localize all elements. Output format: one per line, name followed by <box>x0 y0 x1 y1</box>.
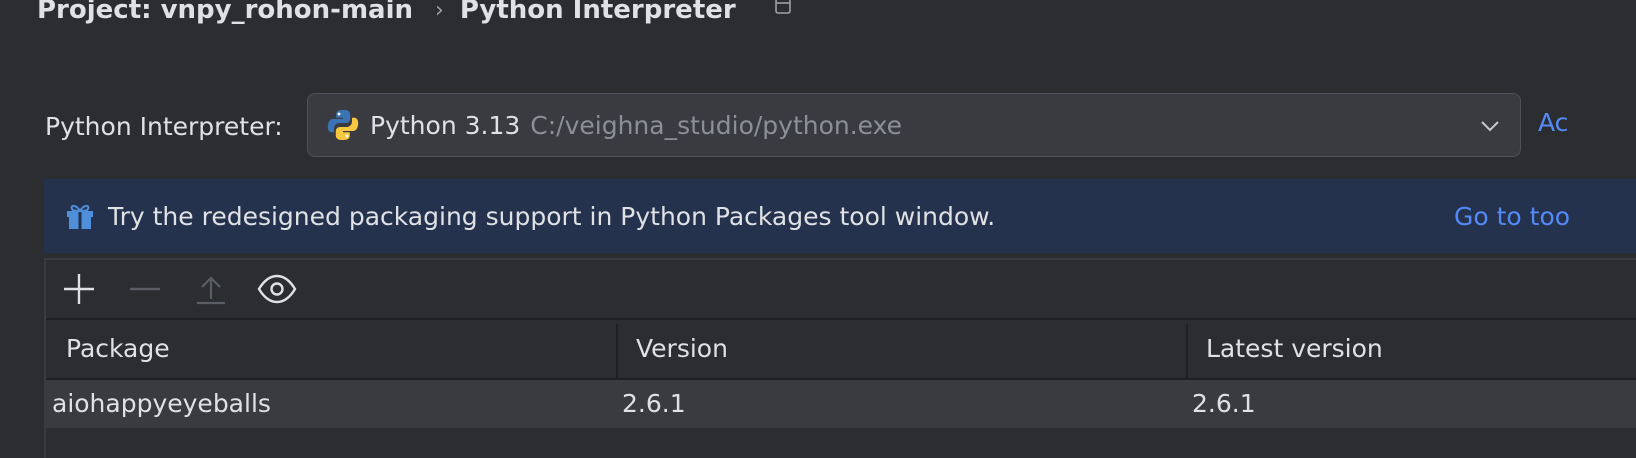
go-to-tool-window-link[interactable]: Go to too <box>1454 202 1570 231</box>
show-early-releases-button[interactable] <box>255 267 299 311</box>
chevron-down-icon[interactable] <box>1478 114 1502 138</box>
packaging-banner: Try the redesigned packaging support in … <box>44 179 1636 253</box>
breadcrumb-page: Python Interpreter <box>459 0 736 25</box>
package-version-cell: 2.6.1 <box>622 389 686 418</box>
banner-text: Try the redesigned packaging support in … <box>108 201 996 231</box>
gift-icon <box>67 204 93 229</box>
column-header-version[interactable]: Version <box>636 320 728 378</box>
column-header-package[interactable]: Package <box>66 320 170 378</box>
column-divider[interactable] <box>616 324 618 378</box>
minus-icon <box>130 287 160 291</box>
interpreter-select[interactable]: Python 3.13 C:/veighna_studio/python.exe <box>307 93 1521 157</box>
window-icon[interactable] <box>774 0 792 15</box>
breadcrumb-separator: › <box>435 0 444 23</box>
eye-icon <box>257 274 297 304</box>
breadcrumb-project[interactable]: Project: vnpy_rohon-main <box>37 0 413 25</box>
remove-package-button[interactable] <box>123 267 167 311</box>
package-latest-version-cell: 2.6.1 <box>1192 389 1256 418</box>
column-divider[interactable] <box>1186 324 1188 378</box>
upgrade-arrow-icon <box>197 276 225 305</box>
add-package-button[interactable] <box>57 267 101 311</box>
package-name-cell: aiohappyeyeballs <box>52 389 271 418</box>
interpreter-name: Python 3.13 <box>370 110 521 140</box>
table-row[interactable]: aiohappyeyeballs 2.6.1 2.6.1 <box>46 380 1636 428</box>
plus-icon <box>64 274 94 304</box>
add-interpreter-link[interactable]: Ac <box>1538 108 1568 137</box>
interpreter-path: C:/veighna_studio/python.exe <box>530 110 903 140</box>
packages-table-header: Package Version Latest version <box>46 320 1636 380</box>
packages-panel: Package Version Latest version aiohappye… <box>44 258 1636 458</box>
upgrade-package-button[interactable] <box>189 267 233 311</box>
column-header-latest-version[interactable]: Latest version <box>1206 320 1383 378</box>
interpreter-row: Python Interpreter: Python 3.13 C:/veigh… <box>45 93 1521 159</box>
interpreter-label: Python Interpreter: <box>45 111 283 141</box>
breadcrumb: Project: vnpy_rohon-main › Python Interp… <box>37 0 792 28</box>
python-logo-icon <box>327 110 359 140</box>
packages-toolbar <box>46 260 1636 320</box>
